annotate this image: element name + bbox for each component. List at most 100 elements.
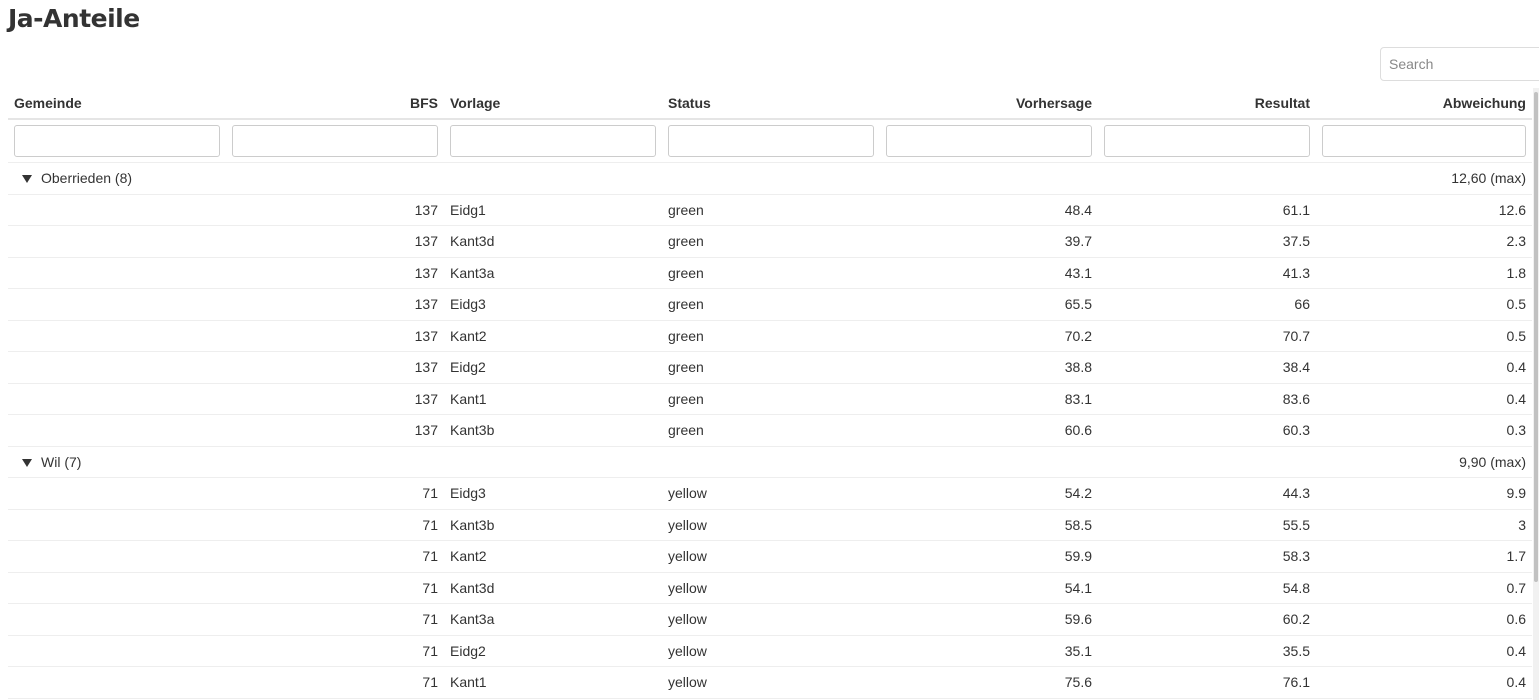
cell-vorlage: Kant1 (444, 666, 662, 699)
cell-abweichung: 1.7 (1316, 540, 1532, 573)
table-row[interactable]: 71 Eidg2 yellow 35.1 35.5 0.4 (8, 635, 1532, 667)
table-row[interactable]: 137 Eidg1 green 48.4 61.1 12.6 (8, 194, 1532, 226)
filter-input-bfs[interactable] (232, 125, 438, 157)
table-row[interactable]: 137 Eidg3 green 65.5 66 0.5 (8, 288, 1532, 321)
cell-bfs: 137 (226, 257, 444, 289)
column-header-vorhersage[interactable]: Vorhersage (880, 88, 1098, 120)
cell-vorlage: Kant3b (444, 509, 662, 541)
group-row-oberrieden[interactable]: Oberrieden (8) 12,60 (max) (8, 162, 1532, 195)
cell-vorhersage: 65.5 (880, 288, 1098, 321)
table-row[interactable]: 71 Kant2 yellow 59.9 58.3 1.7 (8, 540, 1532, 573)
cell-resultat: 70.7 (1098, 320, 1316, 352)
filter-input-gemeinde[interactable] (14, 125, 220, 157)
cell-resultat: 44.3 (1098, 477, 1316, 510)
cell-bfs: 71 (226, 572, 444, 604)
cell-status: green (662, 383, 880, 415)
cell-bfs: 71 (226, 603, 444, 636)
page: Ja-Anteile Gemeinde BFS Vorlage Status V… (0, 0, 1539, 700)
cell-bfs: 71 (226, 635, 444, 667)
table-row[interactable]: 71 Kant3d yellow 54.1 54.8 0.7 (8, 572, 1532, 604)
cell-vorlage: Kant1 (444, 383, 662, 415)
cell-bfs: 137 (226, 225, 444, 258)
cell-gemeinde (8, 540, 226, 573)
cell-vorlage: Eidg3 (444, 288, 662, 321)
group-row-wil[interactable]: Wil (7) 9,90 (max) (8, 446, 1532, 478)
filter-input-vorlage[interactable] (450, 125, 656, 157)
table-row[interactable]: 137 Kant3a green 43.1 41.3 1.8 (8, 257, 1532, 289)
group-summary: 9,90 (max) (1316, 446, 1532, 478)
table-row[interactable]: 137 Kant3d green 39.7 37.5 2.3 (8, 225, 1532, 258)
table-row[interactable]: 71 Eidg3 yellow 54.2 44.3 9.9 (8, 477, 1532, 510)
filter-input-vorhersage[interactable] (886, 125, 1092, 157)
cell-abweichung: 0.4 (1316, 383, 1532, 415)
cell-resultat: 58.3 (1098, 540, 1316, 573)
table-row[interactable]: 137 Kant1 green 83.1 83.6 0.4 (8, 383, 1532, 415)
table-row[interactable]: 71 Kant1 yellow 75.6 76.1 0.4 (8, 666, 1532, 699)
cell-gemeinde (8, 288, 226, 321)
cell-gemeinde (8, 257, 226, 289)
cell-gemeinde (8, 351, 226, 384)
cell-vorhersage: 35.1 (880, 635, 1098, 667)
cell-vorlage: Kant2 (444, 320, 662, 352)
column-header-abweichung[interactable]: Abweichung (1316, 88, 1532, 120)
cell-status: green (662, 414, 880, 447)
cell-abweichung: 0.4 (1316, 351, 1532, 384)
cell-resultat: 38.4 (1098, 351, 1316, 384)
page-title: Ja-Anteile (8, 4, 140, 33)
table-row[interactable]: 137 Kant2 green 70.2 70.7 0.5 (8, 320, 1532, 352)
cell-vorhersage: 75.6 (880, 666, 1098, 699)
cell-vorhersage: 60.6 (880, 414, 1098, 447)
cell-gemeinde (8, 603, 226, 636)
table-row[interactable]: 137 Eidg2 green 38.8 38.4 0.4 (8, 351, 1532, 384)
table-row[interactable]: 71 Kant3a yellow 59.6 60.2 0.6 (8, 603, 1532, 636)
search-input[interactable] (1380, 47, 1539, 81)
cell-abweichung: 0.4 (1316, 635, 1532, 667)
cell-vorhersage: 48.4 (880, 194, 1098, 226)
cell-abweichung: 12.6 (1316, 194, 1532, 226)
cell-resultat: 76.1 (1098, 666, 1316, 699)
filter-input-resultat[interactable] (1104, 125, 1310, 157)
column-header-resultat[interactable]: Resultat (1098, 88, 1316, 120)
cell-abweichung: 2.3 (1316, 225, 1532, 258)
scrollbar-thumb[interactable] (1534, 92, 1538, 582)
filter-input-status[interactable] (668, 125, 874, 157)
cell-abweichung: 0.7 (1316, 572, 1532, 604)
table-row[interactable]: 71 Kant3b yellow 58.5 55.5 3 (8, 509, 1532, 541)
table-row[interactable]: 137 Kant3b green 60.6 60.3 0.3 (8, 414, 1532, 447)
cell-bfs: 71 (226, 509, 444, 541)
data-table-container: Gemeinde BFS Vorlage Status Vorhersage R… (8, 88, 1532, 699)
column-header-status[interactable]: Status (662, 88, 880, 120)
cell-bfs: 137 (226, 288, 444, 321)
cell-gemeinde (8, 572, 226, 604)
cell-status: green (662, 288, 880, 321)
cell-vorlage: Kant3d (444, 572, 662, 604)
cell-vorlage: Eidg3 (444, 477, 662, 510)
cell-abweichung: 0.5 (1316, 288, 1532, 321)
cell-bfs: 137 (226, 414, 444, 447)
cell-status: yellow (662, 603, 880, 636)
cell-vorhersage: 38.8 (880, 351, 1098, 384)
filter-input-abweichung[interactable] (1322, 125, 1526, 157)
cell-resultat: 35.5 (1098, 635, 1316, 667)
column-header-gemeinde[interactable]: Gemeinde (8, 88, 226, 120)
column-header-bfs[interactable]: BFS (226, 88, 444, 120)
cell-status: green (662, 194, 880, 226)
cell-bfs: 137 (226, 320, 444, 352)
cell-vorlage: Kant3b (444, 414, 662, 447)
header-row: Gemeinde BFS Vorlage Status Vorhersage R… (8, 88, 1532, 120)
cell-vorlage: Eidg2 (444, 635, 662, 667)
column-header-vorlage[interactable]: Vorlage (444, 88, 662, 120)
cell-gemeinde (8, 635, 226, 667)
cell-vorhersage: 39.7 (880, 225, 1098, 258)
cell-status: yellow (662, 477, 880, 510)
cell-status: green (662, 351, 880, 384)
caret-down-icon[interactable] (22, 458, 32, 467)
cell-vorhersage: 83.1 (880, 383, 1098, 415)
cell-vorhersage: 70.2 (880, 320, 1098, 352)
group-label: Oberrieden (8) (41, 170, 133, 187)
caret-down-icon[interactable] (22, 175, 32, 184)
cell-bfs: 71 (226, 540, 444, 573)
cell-vorlage: Kant3a (444, 603, 662, 636)
cell-status: yellow (662, 572, 880, 604)
cell-vorlage: Eidg1 (444, 194, 662, 226)
